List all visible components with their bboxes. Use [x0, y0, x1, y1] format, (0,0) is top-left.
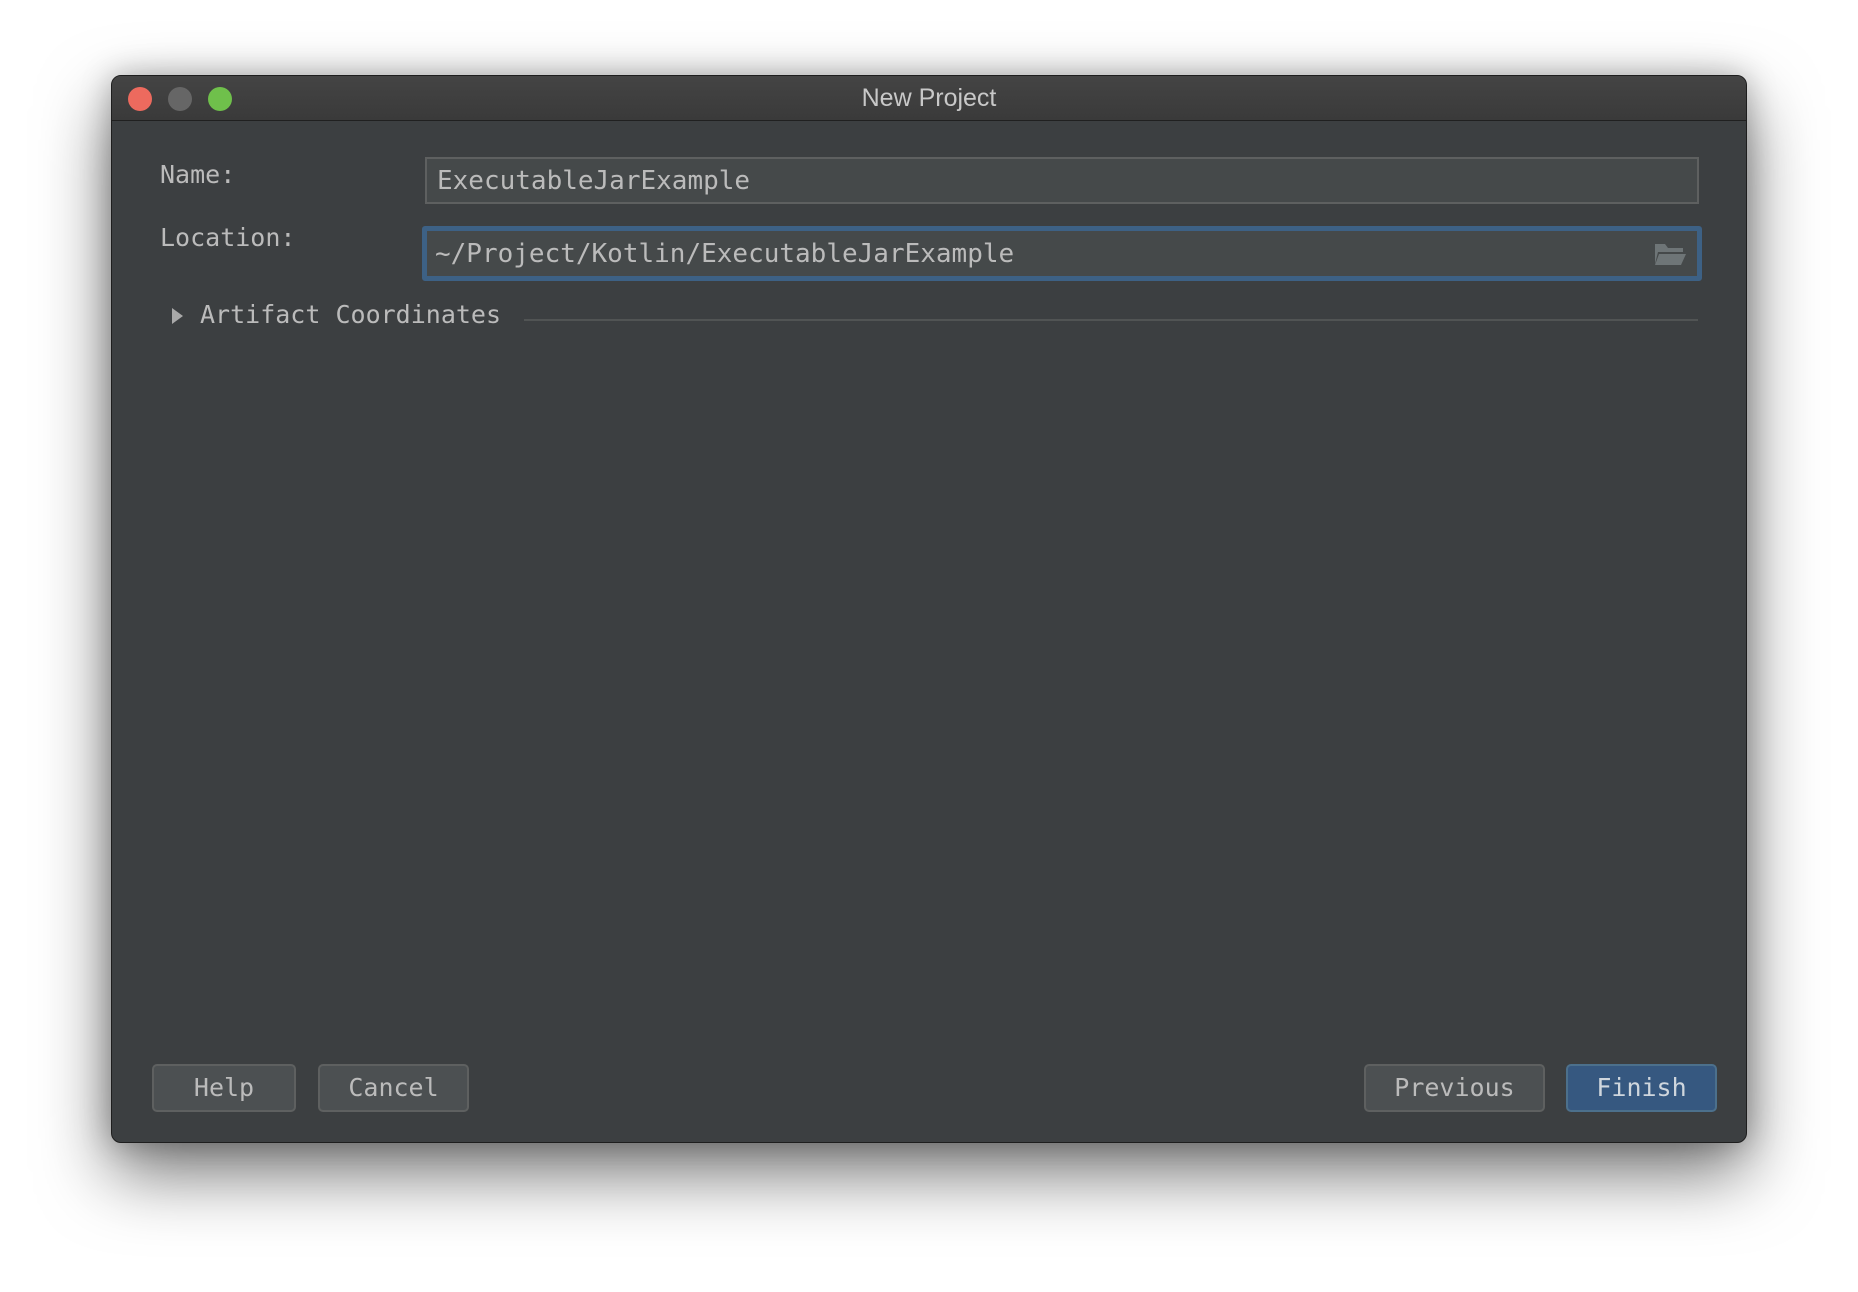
name-input[interactable] [425, 157, 1699, 204]
help-button[interactable]: Help [152, 1064, 296, 1112]
window-title: New Project [861, 84, 997, 112]
title-bar[interactable]: New Project [112, 76, 1746, 121]
new-project-dialog: New Project Name: Location: Artifact Coo… [111, 75, 1747, 1143]
finish-button[interactable]: Finish [1566, 1064, 1717, 1112]
location-input[interactable] [422, 226, 1702, 281]
name-label: Name: [160, 160, 236, 189]
section-divider [524, 319, 1698, 321]
folder-open-icon[interactable] [1655, 242, 1687, 266]
artifact-coordinates-label[interactable]: Artifact Coordinates [200, 300, 501, 329]
location-label: Location: [160, 223, 296, 252]
expand-triangle-icon[interactable] [172, 308, 183, 324]
previous-button[interactable]: Previous [1364, 1064, 1545, 1112]
artifact-coordinates-section[interactable]: Artifact Coordinates [172, 300, 1698, 334]
cancel-button[interactable]: Cancel [318, 1064, 469, 1112]
